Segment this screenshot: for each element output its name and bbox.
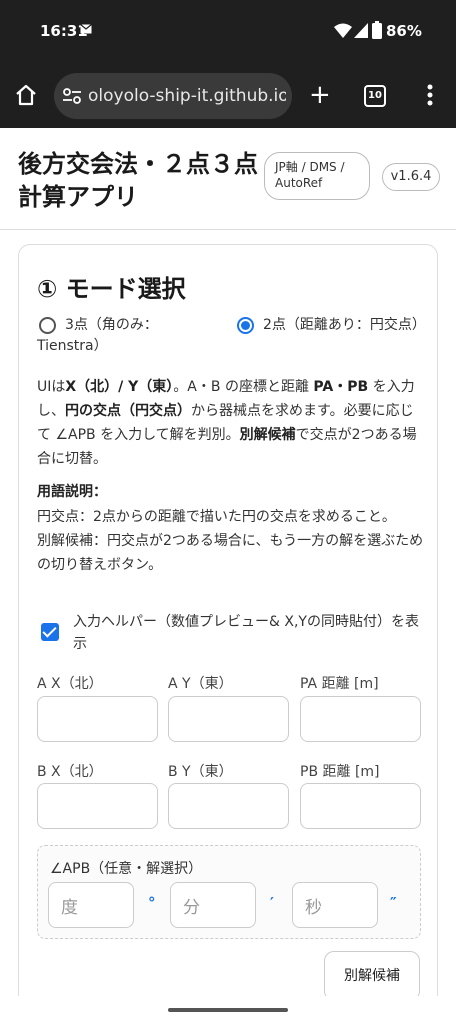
- battery-percent: 86%: [386, 22, 422, 40]
- signal-icon: [354, 23, 368, 38]
- by-input[interactable]: [168, 783, 289, 829]
- angle-degree-input[interactable]: 度: [48, 882, 134, 928]
- bx-label: B X（北）: [37, 764, 103, 780]
- wifi-icon: [334, 23, 352, 38]
- radio-2point-circle[interactable]: [237, 317, 254, 334]
- angle-second-input[interactable]: 秒: [292, 882, 378, 928]
- ay-input[interactable]: [168, 696, 289, 742]
- home-handle[interactable]: [168, 1008, 288, 1012]
- section-title: ① モード選択: [37, 275, 186, 303]
- browser-toolbar: oloyolo-ship-it.github.io + 10: [0, 62, 456, 128]
- terms-text: 円交点：2点からの距離で描いた円の交点を求めること。 別解候補：円交点が2つある…: [37, 509, 424, 573]
- pa-label: PA 距離 [m]: [300, 676, 379, 692]
- bx-input[interactable]: [37, 783, 158, 829]
- battery-icon: [372, 21, 382, 39]
- version-badge: v1.6.4: [382, 163, 440, 191]
- url-text: oloyolo-ship-it.github.io: [88, 86, 286, 106]
- radio-3point[interactable]: 3点（角のみ：Tienstra）: [37, 315, 217, 357]
- plus-icon[interactable]: +: [309, 82, 331, 108]
- gesture-nav-bar: [0, 996, 456, 1024]
- pa-input[interactable]: [300, 696, 421, 742]
- ax-input[interactable]: [37, 696, 158, 742]
- ax-label: A X（北）: [37, 676, 103, 692]
- axis-badge: JP軸 / DMS / AutoRef: [264, 152, 370, 200]
- page-header: 後方交会法・２点３点 計算アプリ JP軸 / DMS / AutoRef v1.…: [0, 128, 456, 230]
- minute-unit: ′: [270, 894, 274, 912]
- angle-label: ∠APB（任意・解選択）: [50, 861, 203, 877]
- second-unit: ″: [390, 894, 397, 912]
- address-bar[interactable]: oloyolo-ship-it.github.io: [54, 73, 292, 119]
- radio-2point[interactable]: 2点（距離あり：円交点）: [235, 315, 433, 336]
- status-bar: 16:31 86%: [0, 0, 456, 62]
- by-label: B Y（東）: [168, 764, 233, 780]
- terms-title: 用語説明：: [37, 484, 107, 500]
- helper-toggle[interactable]: 入力ヘルパー（数値プレビュー& X,Yの同時貼付）を表示: [41, 611, 421, 655]
- angle-section: ∠APB（任意・解選択） 度 ° 分 ′ 秒 ″: [37, 845, 421, 939]
- page-title: 後方交会法・２点３点 計算アプリ: [18, 150, 258, 211]
- site-settings-icon[interactable]: [62, 87, 82, 105]
- mode-description: UIはX（北）/ Y（東）。A・B の座標と距離 PA・PB を入力し、円の交点…: [37, 379, 417, 467]
- mail-icon: [80, 24, 92, 34]
- alternate-solution-button[interactable]: 別解候補: [324, 951, 420, 1001]
- radio-3point-circle[interactable]: [39, 317, 56, 334]
- mode-card: ① モード選択 3点（角のみ：Tienstra） 2点（距離あり：円交点） UI…: [18, 244, 438, 1024]
- pb-label: PB 距離 [m]: [300, 764, 380, 780]
- radio-3point-label: 3点（角のみ：Tienstra）: [37, 317, 158, 354]
- radio-2point-label: 2点（距離あり：円交点）: [263, 317, 426, 333]
- angle-minute-input[interactable]: 分: [170, 882, 256, 928]
- helper-label: 入力ヘルパー（数値プレビュー& X,Yの同時貼付）を表示: [73, 614, 419, 652]
- home-icon[interactable]: [14, 83, 38, 107]
- tabs-icon[interactable]: 10: [364, 85, 386, 107]
- ay-label: A Y（東）: [168, 676, 233, 692]
- pb-input[interactable]: [300, 783, 421, 829]
- degree-unit: °: [148, 894, 156, 912]
- helper-checkbox[interactable]: [41, 623, 59, 641]
- more-icon[interactable]: [427, 84, 433, 106]
